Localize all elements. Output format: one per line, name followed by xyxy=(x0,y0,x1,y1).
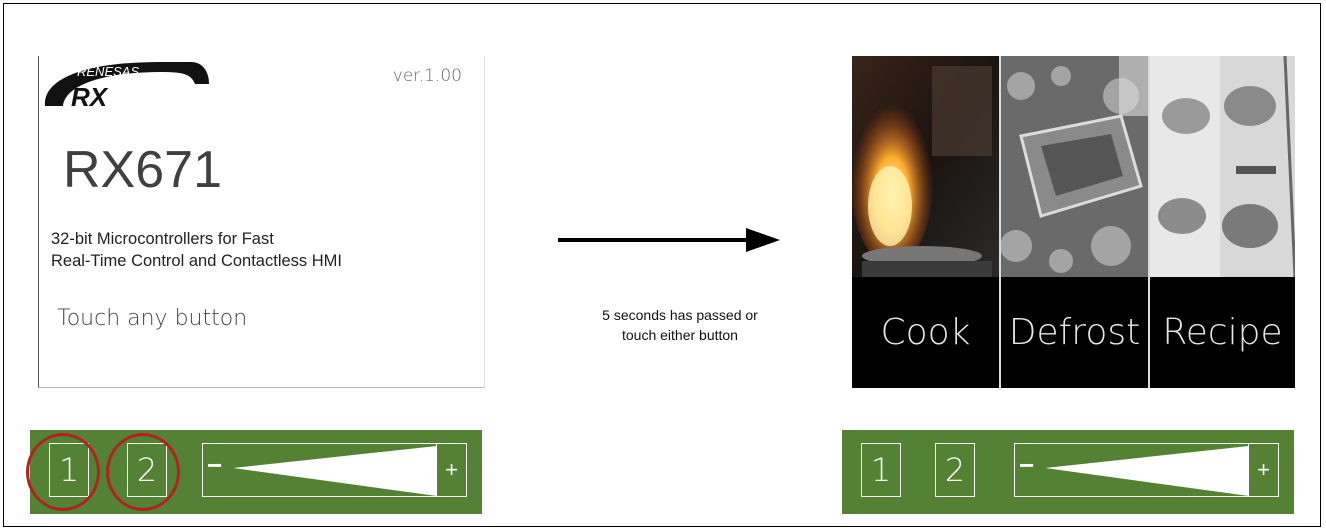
button-bar-left: 1 2 − + xyxy=(30,430,482,514)
menu-item-defrost[interactable]: Defrost xyxy=(1001,56,1148,388)
caption-line-2: touch either button xyxy=(622,327,738,343)
splash-screen: RENESAS RX ver.1.00 RX671 32-bit Microco… xyxy=(38,56,485,388)
slider-minus-button[interactable]: − xyxy=(207,450,222,481)
cooking-flame-photo xyxy=(852,56,999,277)
menu-item-recipe[interactable]: Recipe xyxy=(1150,56,1295,388)
menu-label-cook: Cook xyxy=(880,312,971,353)
model-name: RX671 xyxy=(63,141,222,199)
frozen-meat-photo xyxy=(1001,56,1148,277)
slider-ramp-icon xyxy=(1045,446,1249,496)
product-description: 32-bit Microcontrollers for Fast Real-Ti… xyxy=(51,228,342,272)
description-line-2: Real-Time Control and Contactless HMI xyxy=(51,252,342,270)
volume-slider[interactable]: − + xyxy=(1014,443,1279,497)
button-2[interactable]: 2 xyxy=(935,443,975,497)
touch-prompt: Touch any button xyxy=(57,306,248,331)
slider-plus-button[interactable]: + xyxy=(436,444,466,495)
logo-bottom-text: RX xyxy=(71,82,109,112)
caption-line-1: 5 seconds has passed or xyxy=(602,307,758,323)
logo-top-text: RENESAS xyxy=(77,64,139,79)
button-2[interactable]: 2 xyxy=(127,443,167,497)
transition-arrow-icon xyxy=(558,228,780,252)
slider-minus-button[interactable]: − xyxy=(1019,450,1034,481)
transition-caption: 5 seconds has passed or touch either but… xyxy=(540,305,820,345)
menu-item-cook[interactable]: Cook xyxy=(852,56,999,388)
menu-screen: Cook Defrost Recipe xyxy=(852,56,1295,388)
renesas-rx-logo: RENESAS RX xyxy=(44,62,209,112)
description-line-1: 32-bit Microcontrollers for Fast xyxy=(51,230,274,248)
version-label: ver.1.00 xyxy=(392,66,462,86)
slider-plus-button[interactable]: + xyxy=(1248,444,1278,495)
recipe-book-photo xyxy=(1150,56,1295,277)
button-1[interactable]: 1 xyxy=(49,443,89,497)
button-bar-right: 1 2 − + xyxy=(842,430,1294,514)
menu-label-recipe: Recipe xyxy=(1162,312,1283,353)
menu-label-defrost: Defrost xyxy=(1008,312,1141,353)
volume-slider[interactable]: − + xyxy=(202,443,467,497)
slider-ramp-icon xyxy=(233,446,437,496)
button-1[interactable]: 1 xyxy=(861,443,901,497)
